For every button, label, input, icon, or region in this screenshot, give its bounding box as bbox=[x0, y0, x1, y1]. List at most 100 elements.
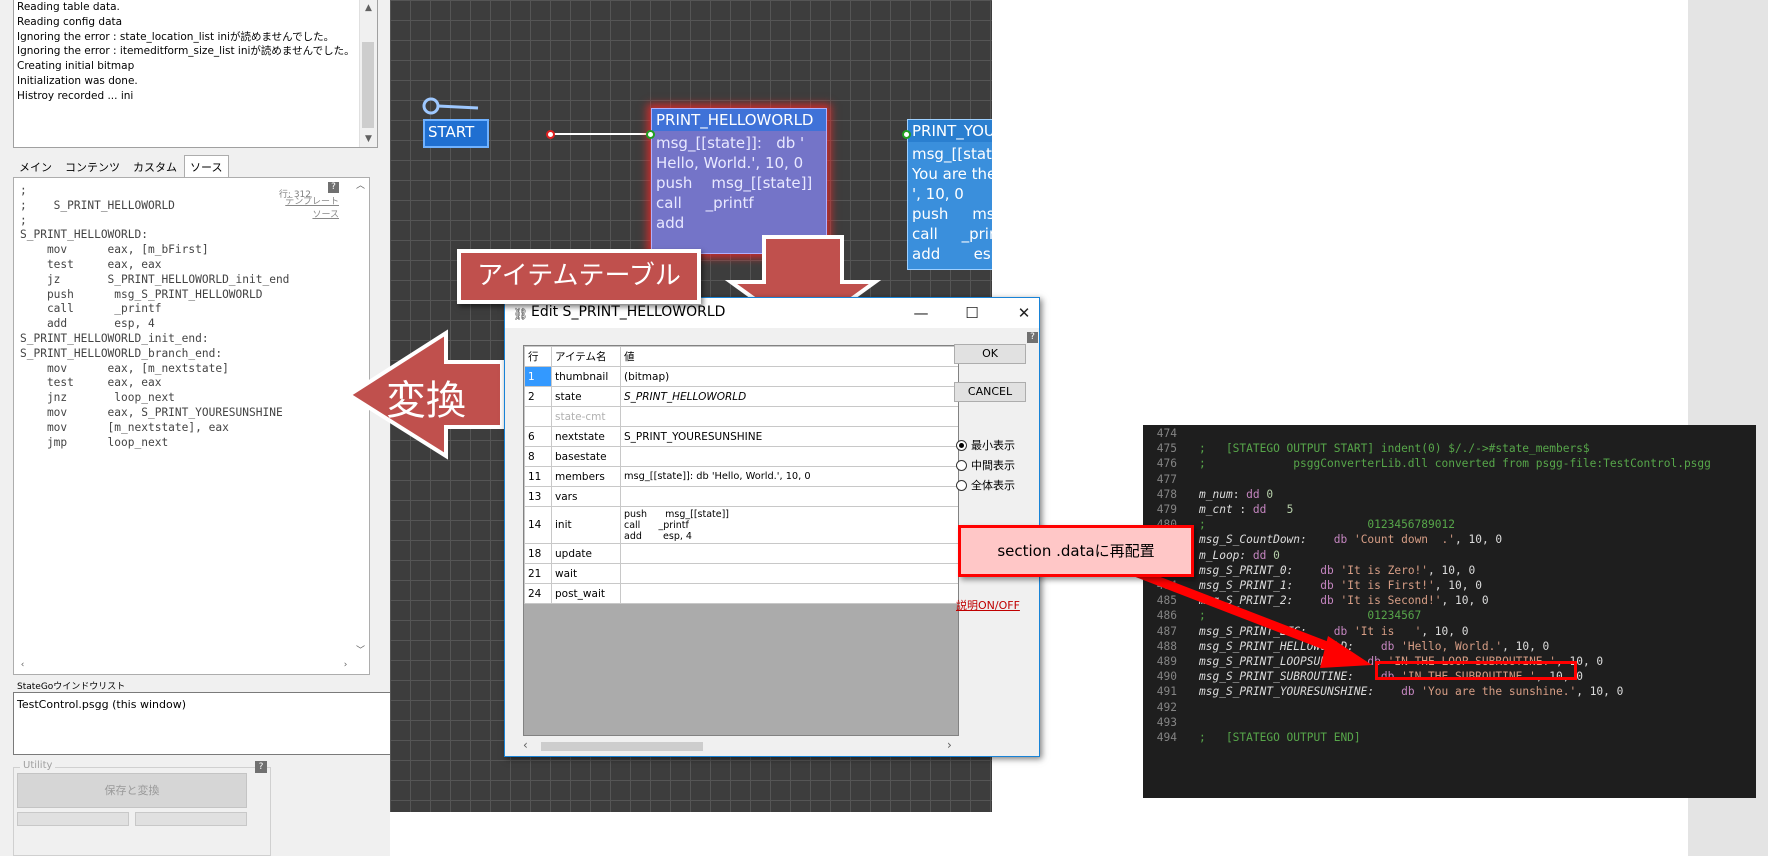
item-name-cell[interactable]: update bbox=[551, 543, 621, 564]
item-value-cell[interactable] bbox=[620, 543, 958, 564]
scroll-right-icon[interactable]: › bbox=[947, 738, 952, 752]
table-row[interactable]: 21 wait bbox=[524, 563, 958, 584]
utility-help-icon[interactable]: ? bbox=[255, 761, 267, 773]
col-header-item[interactable]: アイテム名 bbox=[551, 346, 621, 367]
row-number-cell[interactable]: 21 bbox=[524, 563, 552, 584]
row-number-cell[interactable]: 8 bbox=[524, 446, 552, 467]
item-name-cell[interactable]: vars bbox=[551, 486, 621, 507]
row-number-cell[interactable]: 14 bbox=[524, 506, 552, 544]
code-token: : bbox=[1232, 503, 1253, 516]
row-number-cell[interactable]: 13 bbox=[524, 486, 552, 507]
tab-source[interactable]: ソース bbox=[184, 155, 230, 179]
radio-min-view[interactable]: 最小表示 bbox=[956, 437, 1015, 453]
item-name-cell[interactable]: basestate bbox=[551, 446, 621, 467]
item-value-cell[interactable] bbox=[620, 563, 958, 584]
radio-icon[interactable] bbox=[956, 479, 967, 491]
tab-contents[interactable]: コンテンツ bbox=[59, 155, 127, 179]
dialog-help-icon[interactable]: ? bbox=[1027, 332, 1038, 343]
start-output-port[interactable] bbox=[546, 130, 555, 139]
cancel-button[interactable]: CANCEL bbox=[954, 382, 1026, 402]
radio-icon[interactable] bbox=[956, 439, 967, 451]
item-value-cell[interactable]: msg_[[state]]: db 'Hello, World.', 10, 0 bbox=[620, 466, 958, 487]
radio-full-view[interactable]: 全体表示 bbox=[956, 477, 1015, 493]
table-row[interactable]: 6 nextstate S_PRINT_YOURESUNSHINE bbox=[524, 426, 958, 447]
source-link[interactable]: ソース bbox=[285, 209, 339, 222]
save-convert-button[interactable]: 保存と変換 bbox=[17, 773, 247, 808]
start-node[interactable]: START bbox=[423, 119, 489, 148]
item-name-cell[interactable]: thumbnail bbox=[551, 366, 621, 387]
source-hscroll[interactable]: ‹ › bbox=[14, 657, 354, 674]
item-name-cell[interactable]: state-cmt bbox=[551, 406, 621, 427]
row-number-cell[interactable]: 1 bbox=[524, 366, 552, 387]
radio-icon[interactable] bbox=[956, 459, 967, 471]
table-row[interactable]: 8 basestate bbox=[524, 446, 958, 467]
scroll-right-icon[interactable]: › bbox=[337, 657, 354, 673]
window-list-item[interactable]: TestControl.psgg (this window) bbox=[17, 698, 413, 711]
item-value-cell[interactable]: (bitmap) bbox=[620, 366, 958, 387]
item-value-cell[interactable] bbox=[620, 486, 958, 507]
source-vscroll[interactable]: ︿ ﹀ bbox=[352, 178, 369, 659]
state-node-print-youresunshine[interactable]: PRINT_YOURE msg_[[state_ You are the ', … bbox=[907, 119, 992, 270]
scroll-up-icon[interactable]: ︿ bbox=[352, 178, 369, 194]
item-value-cell[interactable]: push msg_[[state]] call _printf add esp,… bbox=[620, 506, 958, 544]
line-number: 488 bbox=[1156, 639, 1177, 653]
item-name-cell[interactable]: nextstate bbox=[551, 426, 621, 447]
table-row[interactable]: 18 update bbox=[524, 543, 958, 564]
youre-input-port[interactable] bbox=[902, 130, 911, 139]
state-node-print-helloworld[interactable]: PRINT_HELLOWORLD msg_[[state]]: db ' Hel… bbox=[651, 108, 827, 254]
explain-toggle-link[interactable]: 説明ON/OFF bbox=[956, 597, 1020, 613]
table-row[interactable]: 1 thumbnail (bitmap) bbox=[524, 366, 958, 387]
close-icon[interactable]: ✕ bbox=[1013, 302, 1035, 324]
item-value-cell[interactable] bbox=[620, 446, 958, 467]
scroll-down-icon[interactable]: ﹀ bbox=[352, 643, 369, 659]
tab-main[interactable]: メイン bbox=[13, 155, 59, 179]
table-row[interactable]: 24 post_wait bbox=[524, 583, 958, 604]
tab-custom[interactable]: カスタム bbox=[127, 155, 184, 179]
hello-input-port[interactable] bbox=[646, 130, 655, 139]
table-row[interactable]: 11 members msg_[[state]]: db 'Hello, World… bbox=[524, 466, 958, 487]
table-hscroll-thumb[interactable] bbox=[541, 742, 703, 751]
item-name-cell[interactable]: init bbox=[551, 506, 621, 544]
help-icon[interactable]: ? bbox=[328, 182, 339, 193]
col-header-row[interactable]: 行 bbox=[524, 346, 552, 367]
utility-button-3[interactable] bbox=[135, 812, 247, 826]
maximize-icon[interactable]: ☐ bbox=[961, 302, 983, 324]
code-token: db bbox=[1333, 533, 1348, 547]
ok-button[interactable]: OK bbox=[954, 344, 1026, 364]
row-number-cell[interactable]: 11 bbox=[524, 466, 552, 487]
line-text: msg_S_PRINT_2: db 'It is Second!', 10, 0 bbox=[1199, 594, 1489, 607]
scroll-down-icon[interactable]: ▼ bbox=[360, 131, 377, 147]
col-header-value[interactable]: 値 bbox=[620, 346, 958, 367]
log-scroll-thumb[interactable] bbox=[362, 42, 374, 128]
row-number-cell[interactable]: 24 bbox=[524, 583, 552, 604]
item-name-cell[interactable]: wait bbox=[551, 563, 621, 584]
scroll-left-icon[interactable]: ‹ bbox=[14, 657, 31, 673]
table-row[interactable]: 13 vars bbox=[524, 486, 958, 507]
template-link[interactable]: テンプレート bbox=[285, 196, 339, 209]
scroll-left-icon[interactable]: ‹ bbox=[523, 738, 528, 752]
code-token: msg_S_PRINT_0: bbox=[1199, 563, 1294, 577]
table-row[interactable]: state-cmt bbox=[524, 406, 958, 427]
radio-mid-view[interactable]: 中間表示 bbox=[956, 457, 1015, 473]
item-value-cell[interactable]: S_PRINT_HELLOWORLD bbox=[620, 386, 958, 407]
table-hscroll[interactable]: ‹ › bbox=[523, 738, 959, 754]
item-value-cell[interactable] bbox=[620, 406, 958, 427]
log-scrollbar[interactable]: ▲ ▼ bbox=[359, 0, 377, 147]
scroll-up-icon[interactable]: ▲ bbox=[360, 0, 377, 16]
item-value-cell[interactable] bbox=[620, 583, 958, 604]
minimize-icon[interactable]: — bbox=[910, 302, 932, 324]
utility-button-2[interactable] bbox=[17, 812, 129, 826]
item-name-cell[interactable]: post_wait bbox=[551, 583, 621, 604]
row-number-cell[interactable]: 6 bbox=[524, 426, 552, 447]
row-number-cell[interactable] bbox=[524, 406, 552, 427]
table-row[interactable]: 2 state S_PRINT_HELLOWORLD bbox=[524, 386, 958, 407]
row-number-cell[interactable]: 18 bbox=[524, 543, 552, 564]
item-value-cell[interactable]: S_PRINT_YOURESUNSHINE bbox=[620, 426, 958, 447]
item-name-cell[interactable]: members bbox=[551, 466, 621, 487]
table-row[interactable]: 14 init push msg_[[state]] call _printf ad… bbox=[524, 506, 958, 544]
row-number-cell[interactable]: 2 bbox=[524, 386, 552, 407]
item-name-cell[interactable]: state bbox=[551, 386, 621, 407]
statego-window-list[interactable]: TestControl.psgg (this window) bbox=[13, 692, 417, 755]
code-token: , 10, 0 bbox=[1455, 533, 1503, 547]
